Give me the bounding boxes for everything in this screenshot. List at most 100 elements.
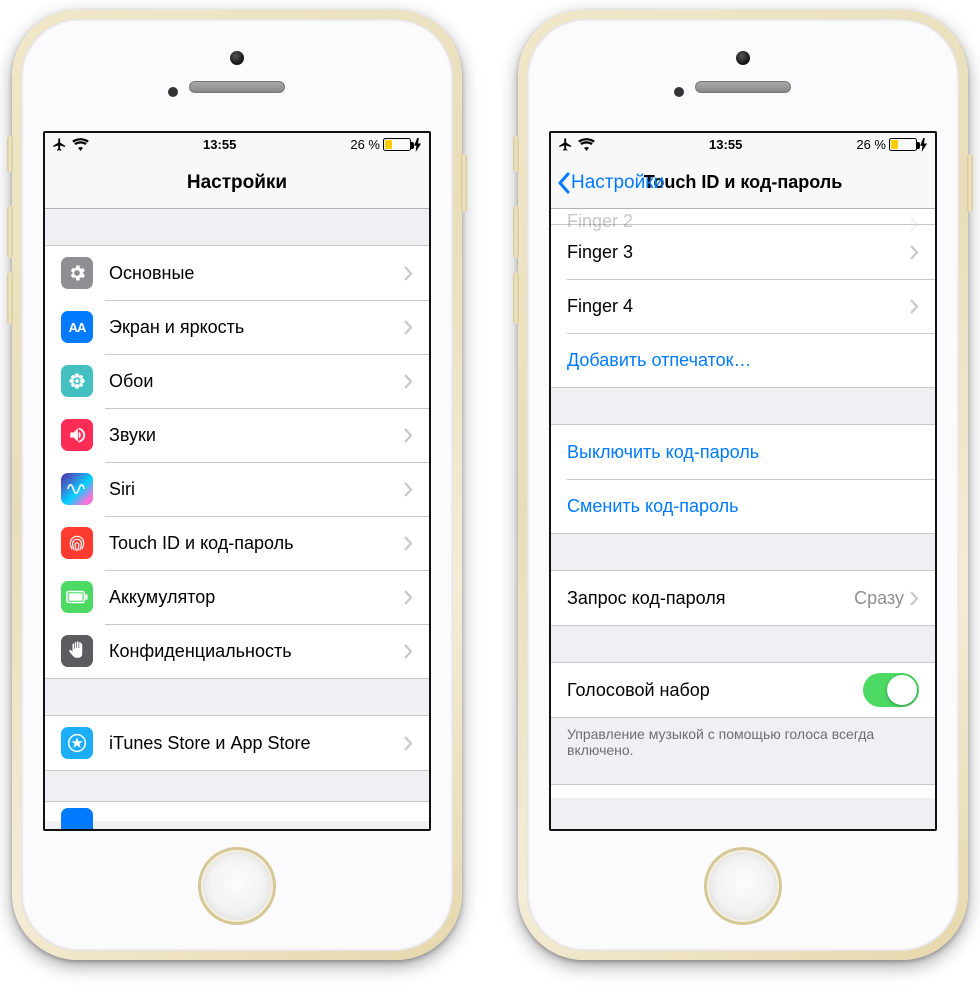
row-label: Обои <box>109 371 404 392</box>
voice-dial-footer: Управление музыкой с помощью голоса всег… <box>551 718 935 758</box>
phone-mock-right: 13:55 26 % Настройки Touch ID и код-паро… <box>518 10 968 960</box>
earpiece-speaker <box>695 81 791 93</box>
page-title: Touch ID и код-пароль <box>644 172 843 193</box>
chevron-right-icon <box>910 245 919 260</box>
settings-row-privacy[interactable]: Конфиденциальность <box>45 624 429 678</box>
voice-dial-row[interactable]: Голосовой набор <box>551 663 935 717</box>
row-label: Сменить код-пароль <box>567 496 919 517</box>
earpiece-speaker <box>189 81 285 93</box>
row-label: Siri <box>109 479 404 500</box>
change-passcode-row[interactable]: Сменить код-пароль <box>551 479 935 533</box>
turn-off-passcode-row[interactable]: Выключить код-пароль <box>551 425 935 479</box>
mute-switch <box>7 136 13 172</box>
wifi-icon <box>578 138 595 151</box>
power-button <box>967 154 973 212</box>
row-label: Добавить отпечаток… <box>567 350 919 371</box>
row-value: Сразу <box>854 588 904 609</box>
volume-up-button <box>7 206 13 258</box>
chevron-right-icon <box>910 591 919 606</box>
charging-icon <box>920 138 928 152</box>
speaker-icon <box>61 419 93 451</box>
power-button <box>461 154 467 212</box>
airplane-mode-icon <box>558 137 573 152</box>
row-label: Экран и яркость <box>109 317 404 338</box>
chevron-right-icon <box>404 536 413 551</box>
row-label: Выключить код-пароль <box>567 442 919 463</box>
settings-row-touchid[interactable]: Touch ID и код-пароль <box>45 516 429 570</box>
fingerprint-icon <box>61 527 93 559</box>
row-label: Запрос код-пароля <box>567 588 854 609</box>
battery-icon <box>61 581 93 613</box>
partial-row-bottom <box>45 801 429 821</box>
navbar-touchid: Настройки Touch ID и код-пароль <box>551 157 935 209</box>
charging-icon <box>414 138 422 152</box>
battery-indicator: 26 % <box>350 137 422 152</box>
siri-icon <box>61 473 93 505</box>
appstore-icon <box>61 727 93 759</box>
front-camera <box>736 51 750 65</box>
status-time: 13:55 <box>203 137 236 152</box>
status-bar: 13:55 26 % <box>45 133 429 157</box>
chevron-right-icon <box>404 374 413 389</box>
battery-percent: 26 % <box>856 137 886 152</box>
proximity-sensor <box>674 87 684 97</box>
voice-dial-toggle[interactable] <box>863 673 919 707</box>
settings-row-battery[interactable]: Аккумулятор <box>45 570 429 624</box>
airplane-mode-icon <box>52 137 67 152</box>
screen-settings: 13:55 26 % Настройки <box>43 131 431 831</box>
back-button[interactable]: Настройки <box>557 157 664 208</box>
row-label: Основные <box>109 263 404 284</box>
back-label: Настройки <box>571 172 664 194</box>
settings-row-itunes[interactable]: iTunes Store и App Store <box>45 716 429 770</box>
chevron-right-icon <box>404 428 413 443</box>
require-passcode-row[interactable]: Запрос код-пароля Сразу <box>551 571 935 625</box>
settings-row-display[interactable]: AA Экран и яркость <box>45 300 429 354</box>
row-label: Touch ID и код-пароль <box>109 533 404 554</box>
settings-row-sounds[interactable]: Звуки <box>45 408 429 462</box>
finger-row-4[interactable]: Finger 4 <box>551 279 935 333</box>
chevron-right-icon <box>404 736 413 751</box>
partial-icon <box>61 808 93 830</box>
row-label: iTunes Store и App Store <box>109 733 404 754</box>
chevron-right-icon <box>404 482 413 497</box>
page-title: Настройки <box>187 172 287 194</box>
settings-row-general[interactable]: Основные <box>45 246 429 300</box>
battery-indicator: 26 % <box>856 137 928 152</box>
settings-row-siri[interactable]: Siri <box>45 462 429 516</box>
row-label: Finger 4 <box>567 296 910 317</box>
row-label: Звуки <box>109 425 404 446</box>
chevron-right-icon <box>404 266 413 281</box>
chevron-right-icon <box>404 590 413 605</box>
proximity-sensor <box>168 87 178 97</box>
settings-list[interactable]: Основные AA Экран и яркость Обои <box>45 209 429 829</box>
gear-icon <box>61 257 93 289</box>
volume-down-button <box>513 272 519 324</box>
chevron-right-icon <box>404 320 413 335</box>
home-button[interactable] <box>704 847 782 925</box>
chevron-right-icon <box>404 644 413 659</box>
settings-row-wallpaper[interactable]: Обои <box>45 354 429 408</box>
mute-switch <box>513 136 519 172</box>
touchid-list[interactable]: Finger 2 Finger 3 Finger 4 Добавить отпе… <box>551 209 935 829</box>
chevron-left-icon <box>557 172 570 194</box>
partial-row-bottom <box>551 784 935 798</box>
finger-row-3[interactable]: Finger 3 <box>551 225 935 279</box>
partial-row-top: Finger 2 <box>551 209 935 225</box>
chevron-right-icon <box>910 299 919 314</box>
text-size-icon: AA <box>61 311 93 343</box>
hand-icon <box>61 635 93 667</box>
row-label: Finger 3 <box>567 242 910 263</box>
battery-percent: 26 % <box>350 137 380 152</box>
home-button[interactable] <box>198 847 276 925</box>
phone-mock-left: 13:55 26 % Настройки <box>12 10 462 960</box>
row-label: Аккумулятор <box>109 587 404 608</box>
screen-touchid: 13:55 26 % Настройки Touch ID и код-паро… <box>549 131 937 831</box>
add-fingerprint-row[interactable]: Добавить отпечаток… <box>551 333 935 387</box>
status-time: 13:55 <box>709 137 742 152</box>
volume-up-button <box>513 206 519 258</box>
flower-icon <box>61 365 93 397</box>
row-label: Голосовой набор <box>567 680 863 701</box>
volume-down-button <box>7 272 13 324</box>
row-label: Конфиденциальность <box>109 641 404 662</box>
status-bar: 13:55 26 % <box>551 133 935 157</box>
